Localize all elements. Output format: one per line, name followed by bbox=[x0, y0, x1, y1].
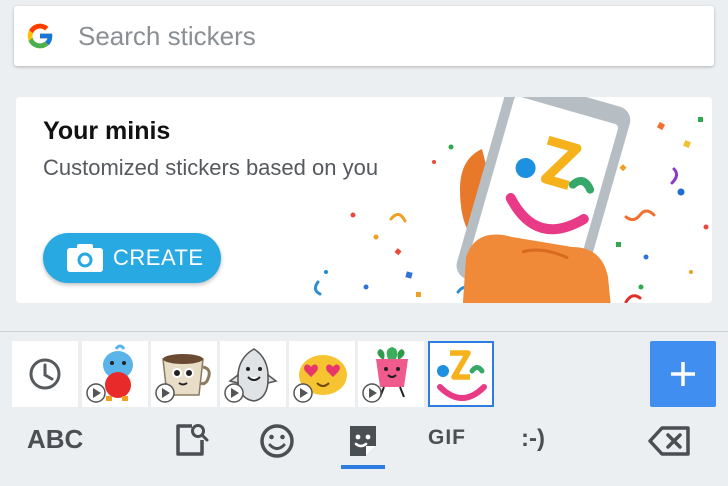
gif-tab[interactable]: GIF bbox=[428, 426, 466, 450]
camera-icon bbox=[67, 244, 103, 272]
abc-keyboard-button[interactable]: ABC bbox=[27, 424, 83, 455]
backspace-icon[interactable] bbox=[646, 420, 694, 462]
cactus-pot-sticker-icon bbox=[362, 347, 408, 403]
coffee-cup-sticker-icon bbox=[155, 354, 211, 403]
create-button[interactable]: CREATE bbox=[43, 233, 221, 283]
emoji-icon[interactable] bbox=[256, 420, 298, 462]
heart-eyes-sticker-icon bbox=[293, 355, 347, 403]
tray-item-coffee-cup[interactable] bbox=[151, 341, 217, 407]
plus-icon bbox=[671, 362, 695, 386]
search-input[interactable] bbox=[78, 20, 678, 52]
shark-sticker-icon bbox=[224, 348, 278, 403]
sticker-search-icon[interactable] bbox=[170, 420, 212, 462]
sticker-icon[interactable] bbox=[342, 420, 384, 462]
add-sticker-pack-button[interactable] bbox=[650, 341, 716, 407]
emoticon-tab[interactable]: :-) bbox=[521, 425, 545, 453]
blue-bird-sticker-icon bbox=[86, 344, 133, 403]
create-button-label: CREATE bbox=[113, 245, 204, 270]
clock-icon bbox=[29, 358, 61, 390]
tray-item-shark[interactable] bbox=[220, 341, 286, 407]
sticker-search-bar[interactable] bbox=[14, 6, 714, 66]
tray-item-cactus-pot[interactable] bbox=[358, 341, 424, 407]
tray-item-recent[interactable] bbox=[12, 341, 78, 407]
promo-title: Your minis bbox=[43, 117, 171, 145]
active-tab-indicator bbox=[341, 465, 385, 469]
google-g-icon bbox=[27, 23, 54, 49]
tray-item-heart-eyes[interactable] bbox=[289, 341, 355, 407]
minis-promo-card: Your minis Customized stickers based on … bbox=[16, 97, 712, 303]
minis-face-sticker-icon bbox=[437, 350, 487, 401]
tray-item-minis-face[interactable] bbox=[428, 341, 494, 407]
tray-item-blue-bird[interactable] bbox=[82, 341, 148, 407]
divider bbox=[0, 331, 728, 332]
keyboard-bottom-bar: ABC GIF :-) bbox=[0, 410, 728, 486]
sticker-pack-tray bbox=[0, 341, 728, 407]
phone-illustration bbox=[313, 97, 709, 303]
